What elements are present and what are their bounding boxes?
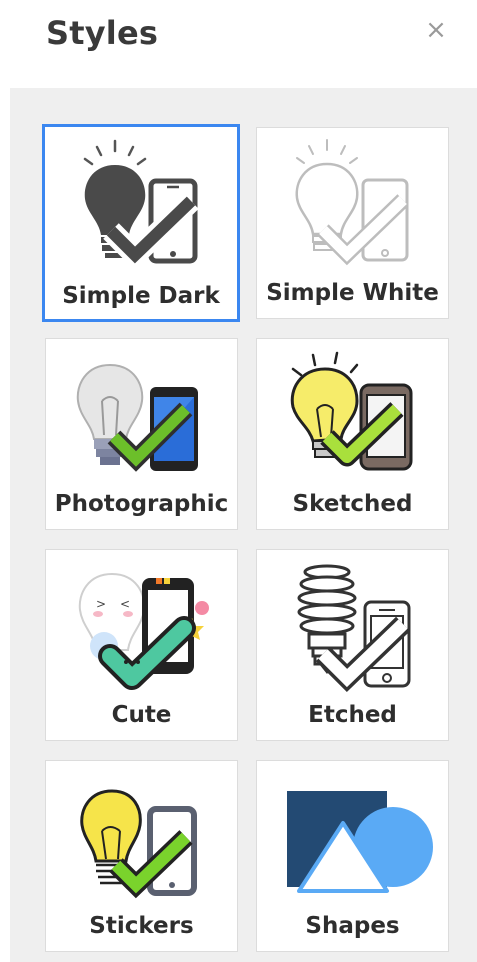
- cute-icon: > <: [78, 572, 209, 690]
- svg-text:<: <: [120, 597, 130, 611]
- svg-text:>: >: [96, 597, 106, 611]
- style-card-stickers[interactable]: Stickers: [45, 760, 238, 952]
- panel-title: Styles: [46, 14, 159, 52]
- etched-icon: [297, 564, 411, 693]
- style-card-photographic[interactable]: Photographic: [45, 338, 238, 530]
- style-label: Etched: [308, 702, 397, 728]
- style-label: Simple Dark: [62, 283, 220, 309]
- style-label: Stickers: [89, 913, 194, 939]
- style-label: Simple White: [266, 280, 439, 306]
- sketched-icon: [290, 351, 413, 471]
- panel-header: Styles ×: [0, 0, 477, 88]
- close-icon[interactable]: ×: [420, 14, 452, 46]
- style-card-simple-white[interactable]: Simple White: [256, 127, 449, 319]
- styles-grid: Simple Dark Simple White Photographic Sk…: [10, 88, 477, 962]
- style-label: Cute: [111, 702, 172, 728]
- shapes-icon: [287, 791, 433, 893]
- styles-panel: Styles × Simple Dark Simple White Photog…: [0, 0, 477, 962]
- style-card-sketched[interactable]: Sketched: [256, 338, 449, 530]
- style-card-etched[interactable]: Etched: [256, 549, 449, 741]
- style-card-simple-dark[interactable]: Simple Dark: [42, 124, 240, 322]
- photographic-icon: [76, 363, 198, 472]
- simple-dark-icon: [83, 139, 199, 271]
- style-label: Photographic: [54, 491, 229, 517]
- style-card-cute[interactable]: > < Cute: [45, 549, 238, 741]
- style-card-shapes[interactable]: Shapes: [256, 760, 449, 952]
- style-label: Sketched: [292, 491, 413, 517]
- stickers-icon: [80, 789, 197, 899]
- style-label: Shapes: [305, 913, 400, 939]
- simple-white-icon: [295, 139, 409, 266]
